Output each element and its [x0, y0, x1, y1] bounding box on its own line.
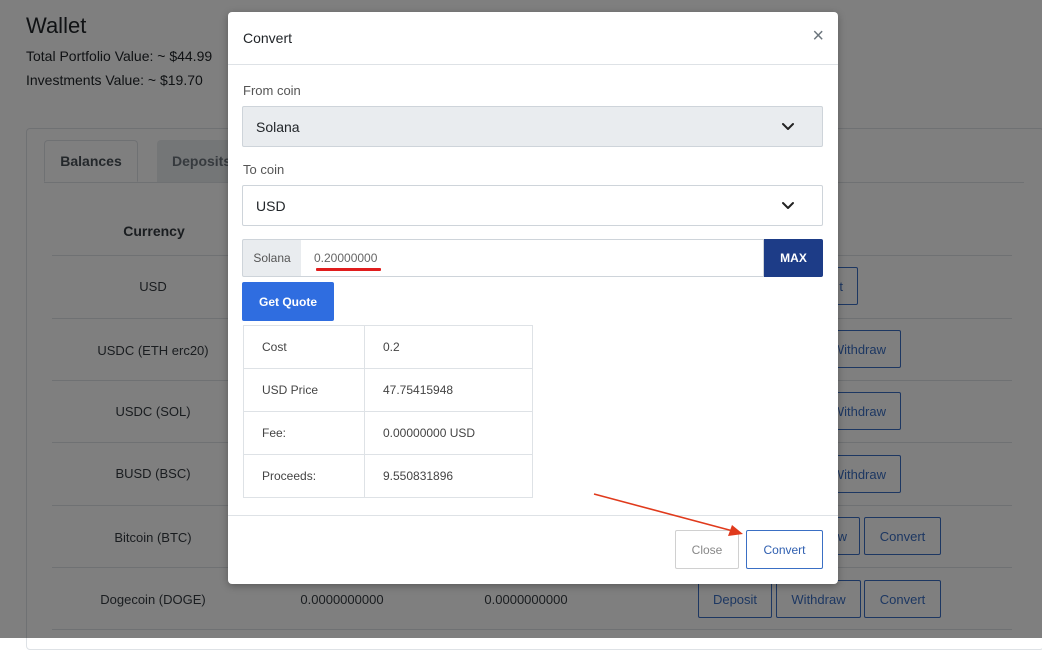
from-coin-select[interactable]: Solana — [242, 106, 823, 147]
quote-value: 0.00000000 USD — [364, 411, 533, 455]
to-coin-select[interactable]: USD — [242, 185, 823, 226]
from-coin-value: Solana — [256, 118, 300, 135]
quote-key: Fee: — [243, 411, 365, 455]
amount-coin-prefix: Solana — [242, 239, 302, 277]
table-row: Fee: 0.00000000 USD — [243, 411, 533, 455]
chevron-down-icon — [782, 202, 794, 209]
chevron-down-icon — [782, 123, 794, 130]
table-row: Cost 0.2 — [243, 325, 533, 369]
modal-header: Convert × — [228, 12, 838, 65]
modal-footer-divider — [228, 515, 838, 516]
close-icon[interactable]: × — [812, 26, 824, 46]
modal-title: Convert — [243, 30, 293, 46]
to-coin-value: USD — [256, 197, 286, 214]
table-row: USD Price 47.75415948 — [243, 368, 533, 412]
max-button[interactable]: MAX — [764, 239, 823, 277]
convert-modal: Convert × From coin Solana To coin USD S… — [228, 12, 838, 584]
close-button[interactable]: Close — [675, 530, 739, 569]
quote-key: USD Price — [243, 368, 365, 412]
red-underline-annotation — [316, 268, 381, 271]
quote-key: Proceeds: — [243, 454, 365, 498]
get-quote-button[interactable]: Get Quote — [242, 282, 334, 321]
quote-key: Cost — [243, 325, 365, 369]
quote-table: Cost 0.2 USD Price 47.75415948 Fee: 0.00… — [243, 325, 533, 498]
table-row: Proceeds: 9.550831896 — [243, 454, 533, 498]
quote-value: 9.550831896 — [364, 454, 533, 498]
amount-input[interactable] — [301, 239, 764, 277]
from-coin-label: From coin — [243, 83, 301, 98]
amount-input-group: Solana MAX — [242, 239, 823, 277]
to-coin-label: To coin — [243, 162, 285, 177]
quote-value: 0.2 — [364, 325, 533, 369]
convert-button[interactable]: Convert — [746, 530, 823, 569]
quote-value: 47.75415948 — [364, 368, 533, 412]
